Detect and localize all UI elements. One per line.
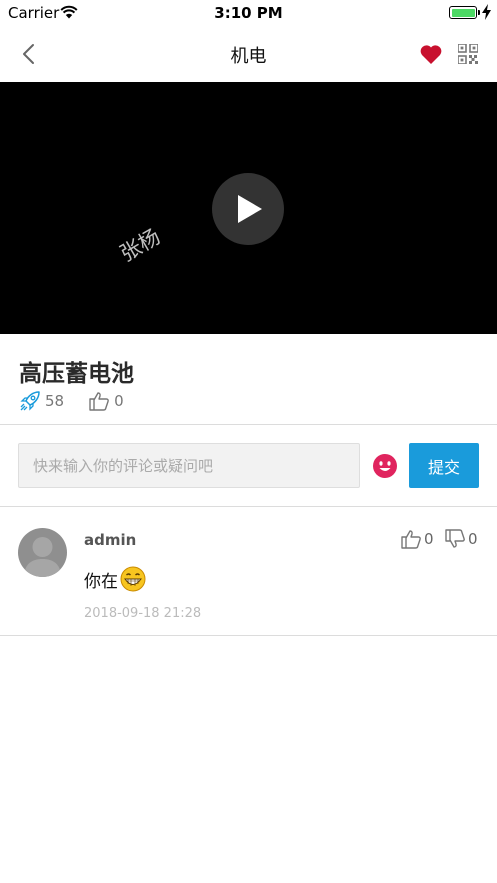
comment-text-row: 你在 bbox=[84, 566, 146, 592]
comment-dislike-count: 0 bbox=[468, 530, 478, 548]
status-bar: Carrier 3:10 PM bbox=[0, 0, 497, 26]
user-silhouette-icon bbox=[24, 537, 61, 577]
comment-timestamp: 2018-09-18 21:28 bbox=[84, 606, 202, 621]
rocket-icon bbox=[20, 391, 40, 411]
heart-icon[interactable] bbox=[419, 43, 443, 65]
course-stats: 58 0 bbox=[19, 390, 148, 412]
charging-icon bbox=[482, 4, 491, 20]
comment-input[interactable] bbox=[18, 443, 360, 488]
comment-text: 你在 bbox=[84, 571, 118, 592]
play-button[interactable] bbox=[212, 173, 284, 245]
clock: 3:10 PM bbox=[214, 4, 283, 22]
battery-icon bbox=[449, 6, 477, 19]
divider bbox=[0, 635, 497, 636]
avatar[interactable] bbox=[18, 528, 67, 577]
view-count: 58 bbox=[45, 392, 65, 410]
video-watermark: 张杨 bbox=[116, 224, 165, 267]
emoji-face-icon[interactable] bbox=[372, 453, 398, 479]
video-player[interactable]: 张杨 bbox=[0, 82, 497, 334]
comment-username: admin bbox=[84, 531, 137, 549]
divider bbox=[0, 424, 497, 425]
thumbs-down-icon bbox=[445, 529, 465, 548]
play-icon bbox=[238, 195, 262, 223]
course-title: 高压蓄电池 bbox=[19, 361, 134, 387]
divider bbox=[0, 506, 497, 507]
submit-button[interactable]: 提交 bbox=[409, 443, 479, 488]
thumbs-up-icon[interactable] bbox=[88, 390, 110, 412]
nav-bar: 机电 bbox=[0, 26, 497, 82]
comment-like-count: 0 bbox=[424, 530, 434, 548]
thumbs-up-icon bbox=[401, 530, 421, 549]
qr-code-icon[interactable] bbox=[458, 44, 478, 64]
grinning-emoji-icon bbox=[120, 566, 146, 592]
comment-dislike-button[interactable]: 0 bbox=[444, 528, 478, 550]
like-count: 0 bbox=[114, 392, 124, 410]
comment-like-button[interactable]: 0 bbox=[400, 528, 434, 550]
comment-item: admin 你在 2018-09-18 21:28 0 0 bbox=[0, 508, 497, 635]
